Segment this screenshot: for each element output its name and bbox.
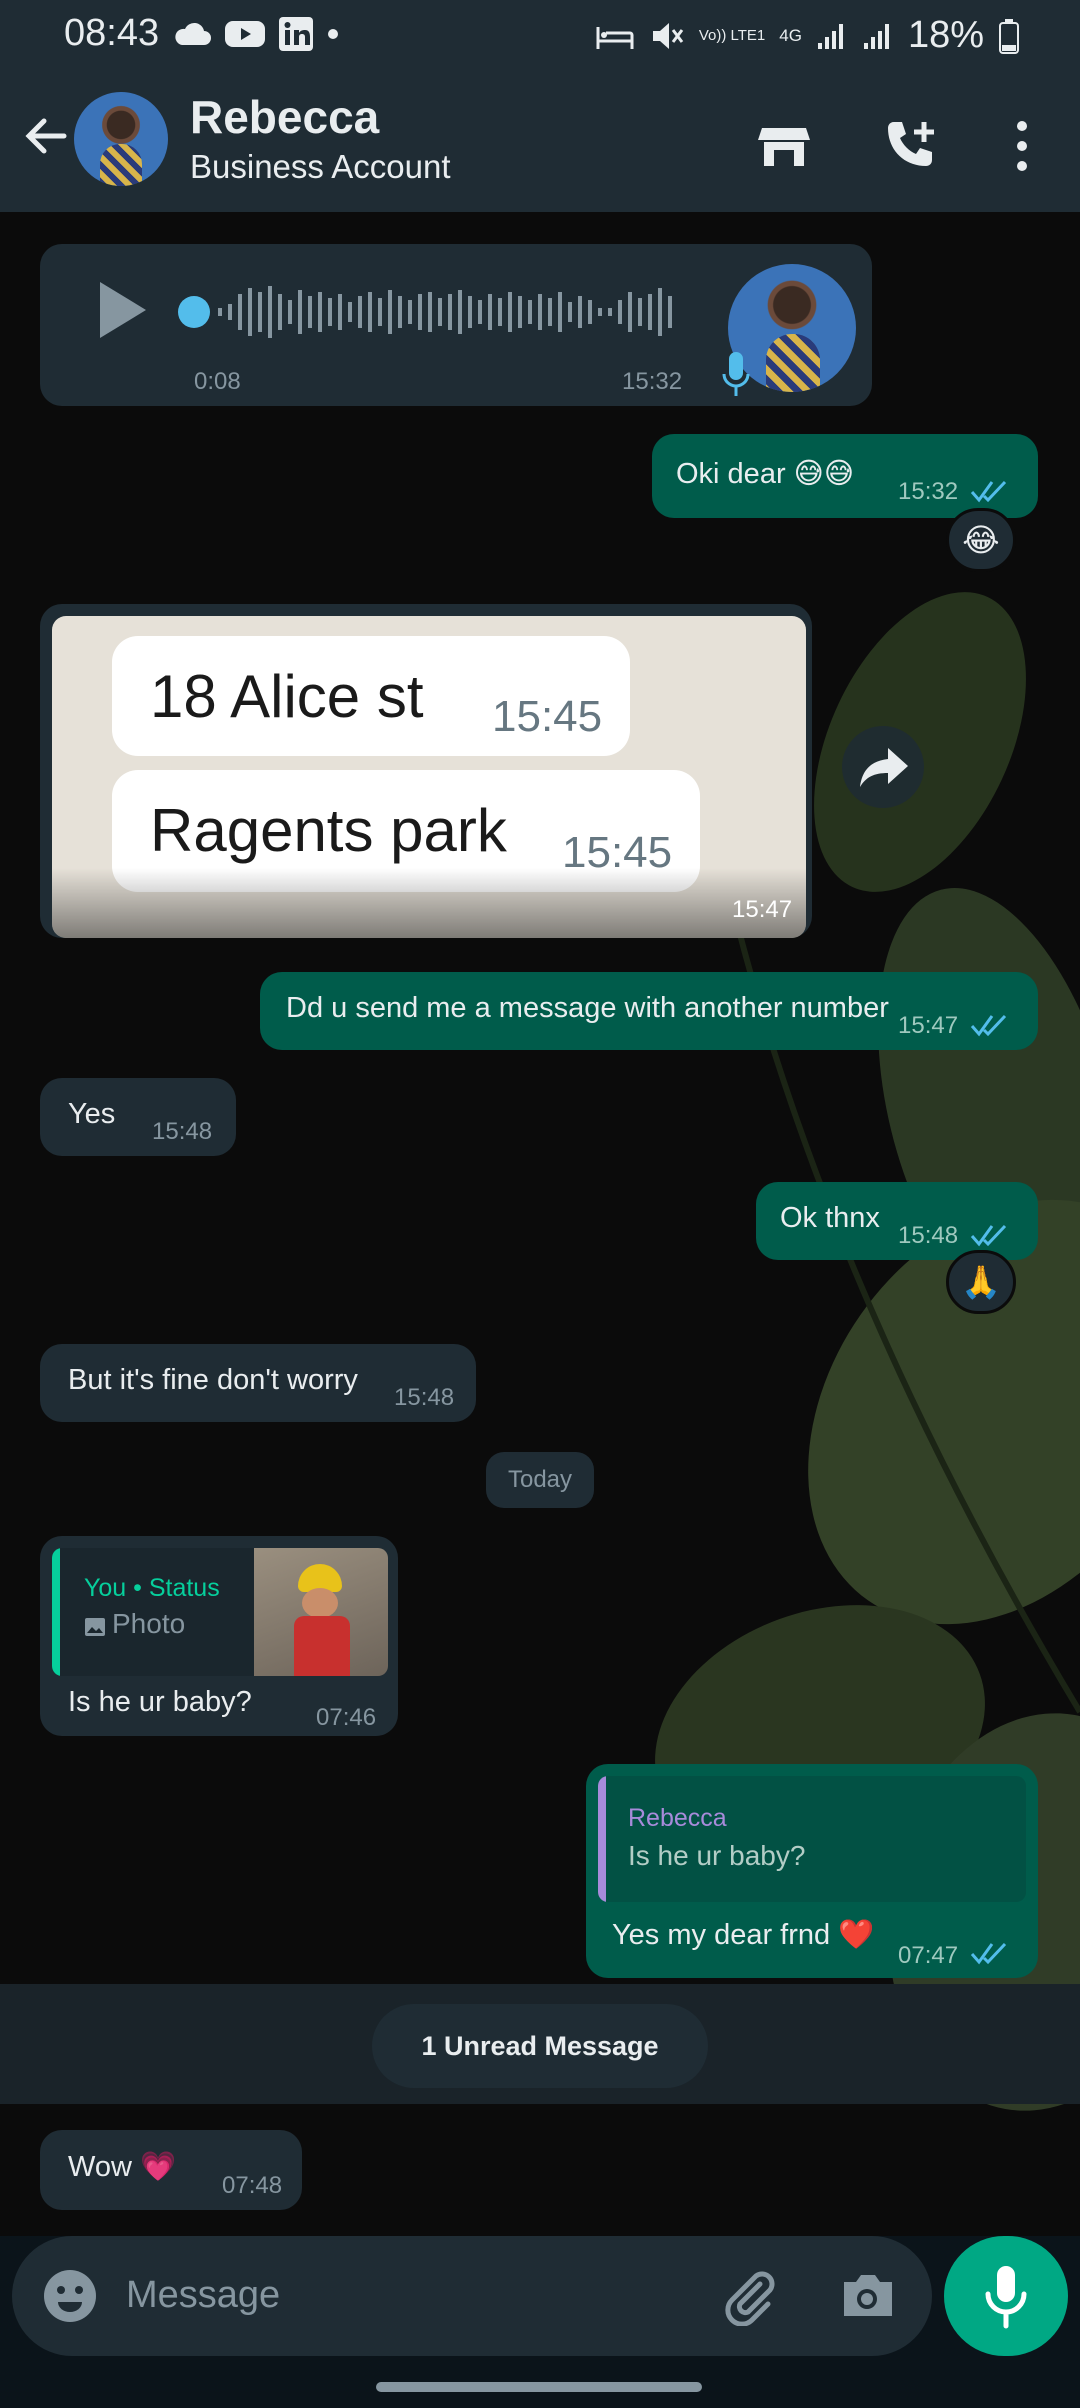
image-thumbnail[interactable]: 18 Alice st 15:45 Ragents park 15:45 xyxy=(52,616,806,938)
forward-icon xyxy=(860,748,908,787)
status-icons-left xyxy=(172,16,340,52)
message-time: 15:32 xyxy=(898,478,959,505)
message-text: Is he ur baby? xyxy=(68,1686,252,1718)
sleep-icon xyxy=(596,26,634,49)
message-text: Yes xyxy=(68,1098,116,1130)
quoted-message[interactable]: Rebecca Is he ur baby? xyxy=(598,1776,1026,1902)
message-bubble-incoming[interactable]: Yes 15:48 xyxy=(40,1078,236,1156)
waveform[interactable] xyxy=(174,282,714,342)
message-time: 07:46 xyxy=(316,1704,377,1731)
mic-icon xyxy=(722,352,750,396)
voice-duration: 0:08 xyxy=(194,368,241,395)
cloud-icon xyxy=(175,22,211,45)
status-time: 08:43 xyxy=(64,12,160,54)
linkedin-icon xyxy=(279,17,313,51)
camera-icon[interactable] xyxy=(836,2266,898,2326)
image-time: 15:47 xyxy=(732,896,793,923)
battery-icon xyxy=(999,18,1019,54)
image-message[interactable]: 18 Alice st 15:45 Ragents park 15:45 15:… xyxy=(40,604,812,938)
quote-author: Rebecca xyxy=(628,1804,727,1832)
quote-text: Is he ur baby? xyxy=(628,1840,806,1871)
network-4g: 4G xyxy=(779,25,802,45)
screenshot-time-1: 15:45 xyxy=(492,692,603,741)
message-time: 07:48 xyxy=(222,2172,283,2199)
message-bubble-outgoing[interactable]: Ok thnx 15:48 xyxy=(756,1182,1038,1260)
reaction-badge[interactable]: 🙏 xyxy=(946,1250,1016,1314)
dot-icon xyxy=(328,29,338,39)
date-chip: Today xyxy=(486,1452,594,1508)
network-label: Vo)) LTE1 xyxy=(698,26,766,44)
message-text: Ok thnx xyxy=(780,1202,880,1234)
avatar[interactable] xyxy=(74,92,168,186)
read-ticks-icon xyxy=(970,1224,1007,1247)
message-text: But it's fine don't worry xyxy=(68,1364,358,1396)
signal-icon xyxy=(817,23,843,49)
quote-type: Photo xyxy=(112,1608,186,1639)
message-placeholder[interactable]: Message xyxy=(126,2274,280,2317)
status-icons-right: Vo)) LTE1 4G 18% xyxy=(595,14,1020,57)
read-ticks-icon xyxy=(970,1942,1007,1965)
message-time: 15:48 xyxy=(394,1384,455,1411)
reply-message-incoming[interactable]: You • Status Photo Is he ur baby? 07:46 xyxy=(40,1536,398,1736)
status-thumbnail xyxy=(254,1548,388,1676)
message-time: 15:47 xyxy=(898,1012,959,1039)
message-text: Yes my dear frnd ❤️ xyxy=(612,1919,875,1951)
home-indicator[interactable] xyxy=(376,2382,702,2392)
screenshot-text-2: Ragents park xyxy=(150,797,507,864)
mic-icon xyxy=(985,2266,1027,2329)
read-ticks-icon xyxy=(970,480,1007,503)
youtube-icon xyxy=(225,21,265,47)
forward-button[interactable] xyxy=(842,726,924,808)
message-bubble-outgoing[interactable]: Dd u send me a message with another numb… xyxy=(260,972,1038,1050)
voice-message[interactable]: 0:08 15:32 xyxy=(40,244,872,406)
store-icon[interactable] xyxy=(754,116,814,176)
mute-icon xyxy=(652,22,684,49)
unread-message-pill: 1 Unread Message xyxy=(372,2004,708,2088)
reaction-badge[interactable]: 😂 xyxy=(946,508,1016,572)
message-bubble-incoming[interactable]: But it's fine don't worry 15:48 xyxy=(40,1344,476,1422)
reply-message-outgoing[interactable]: Rebecca Is he ur baby? Yes my dear frnd … xyxy=(586,1764,1038,1978)
attach-icon[interactable] xyxy=(720,2266,780,2326)
voice-time: 15:32 xyxy=(622,368,683,395)
message-bubble-outgoing[interactable]: Oki dear 😅😅 15:32 xyxy=(652,434,1038,518)
chat-header: Rebecca Business Account xyxy=(0,72,1080,212)
message-text: Dd u send me a message with another numb… xyxy=(286,992,889,1024)
message-text: Wow 💗 xyxy=(68,2151,177,2183)
message-time: 07:47 xyxy=(898,1942,959,1969)
screenshot-bubble-1: 18 Alice st 15:45 xyxy=(112,636,630,756)
message-time: 15:48 xyxy=(152,1118,213,1145)
photo-icon xyxy=(85,1618,105,1636)
play-icon[interactable] xyxy=(96,280,148,340)
contact-name[interactable]: Rebecca xyxy=(190,90,379,144)
signal-icon-2 xyxy=(863,23,889,49)
quote-author: You • Status xyxy=(84,1574,220,1602)
message-bubble-incoming[interactable]: Wow 💗 07:48 xyxy=(40,2130,302,2210)
status-bar: 08:43 Vo)) LTE1 4G 18% xyxy=(0,0,1080,72)
back-arrow-icon[interactable] xyxy=(18,108,74,164)
add-call-icon[interactable] xyxy=(880,116,940,176)
chat-area[interactable]: 0:08 15:32 Oki dear 😅😅 15:32 😂 18 Alice … xyxy=(0,212,1080,2236)
screenshot-text-1: 18 Alice st xyxy=(150,663,424,730)
message-text: Oki dear 😅😅 xyxy=(676,458,855,490)
contact-subtitle[interactable]: Business Account xyxy=(190,148,451,186)
read-ticks-icon xyxy=(970,1014,1007,1037)
message-time: 15:48 xyxy=(898,1222,959,1249)
quoted-status[interactable]: You • Status Photo xyxy=(52,1548,388,1676)
voice-record-button[interactable] xyxy=(944,2236,1068,2356)
emoji-icon[interactable] xyxy=(40,2266,100,2326)
battery-percent: 18% xyxy=(907,14,984,56)
more-options-icon[interactable] xyxy=(1000,116,1060,176)
